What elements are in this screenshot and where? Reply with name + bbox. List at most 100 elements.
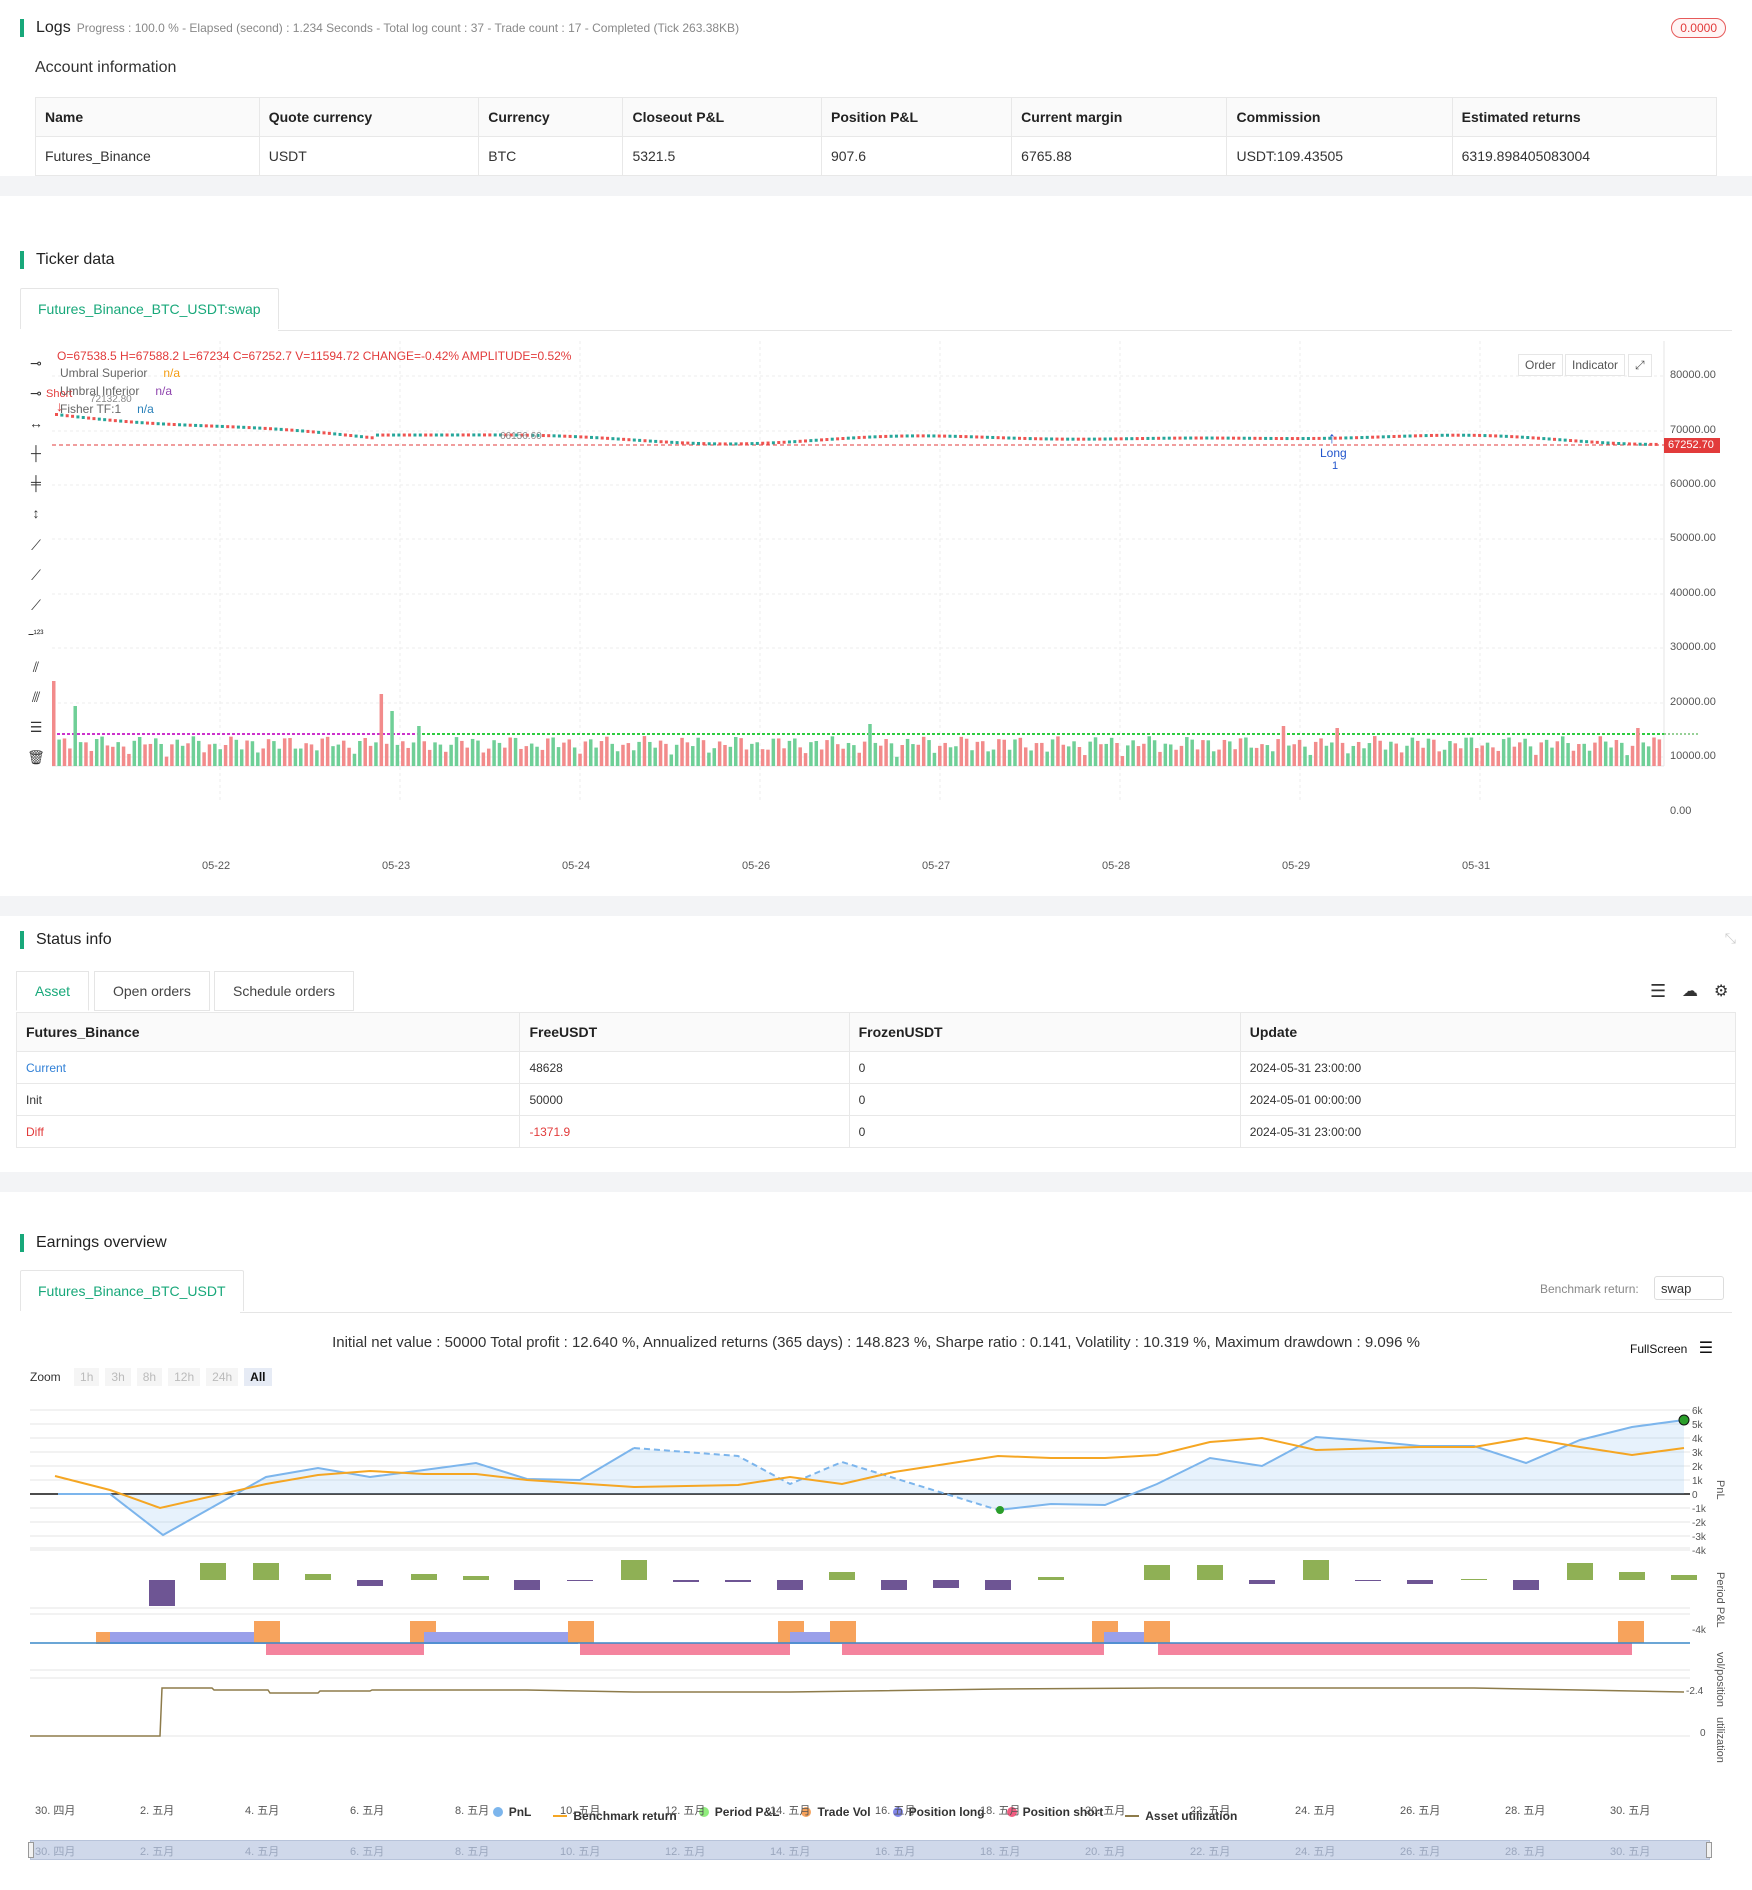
candle (263, 426, 267, 430)
candle (1290, 437, 1294, 441)
volume-bar (857, 752, 861, 766)
volume-bar (395, 744, 400, 766)
tab-schedule-orders[interactable]: Schedule orders (214, 971, 354, 1011)
order-button[interactable]: Order (1518, 354, 1563, 376)
candle (1355, 436, 1359, 440)
volume-bar (470, 738, 475, 766)
menu-icon[interactable]: ☰ (1650, 981, 1666, 1002)
benchmark-select[interactable]: swap (1654, 1276, 1724, 1300)
candle (386, 433, 390, 437)
pnl-axis-label: -4k (1692, 1546, 1706, 1557)
pnl-axis-label: 3k (1692, 1448, 1703, 1459)
navigator-handle-right[interactable] (1706, 1842, 1712, 1858)
candle (547, 434, 551, 438)
volume-bar (170, 744, 174, 766)
candle (996, 436, 1000, 440)
volume-bar (1335, 728, 1339, 766)
candle (718, 442, 722, 446)
volume-bar (358, 740, 362, 766)
candle (1312, 436, 1316, 440)
candle (648, 439, 652, 443)
zoom-button-24h[interactable]: 24h (206, 1368, 239, 1386)
navigator-time-label: 6. 五月 (350, 1846, 385, 1858)
position-bar (842, 1643, 1104, 1655)
candle (638, 438, 642, 442)
candle (857, 436, 861, 440)
candle (1424, 434, 1428, 438)
volume-bar (1002, 739, 1006, 766)
candle (921, 434, 925, 438)
candle (1210, 436, 1214, 440)
volume-bar (1136, 746, 1141, 766)
account-cell: BTC (478, 136, 624, 176)
volume-bar (417, 726, 421, 766)
earnings-tab-underline (240, 1312, 1732, 1313)
candle (1376, 435, 1380, 439)
volume-bar (685, 742, 690, 766)
table-row: Init 50000 0 2024-05-01 00:00:00 (15, 1083, 1737, 1116)
candle (1451, 433, 1455, 437)
candle (97, 417, 101, 421)
candle (1339, 436, 1342, 440)
candle (761, 441, 765, 445)
volume-bar (1534, 754, 1538, 766)
volume-bar (78, 742, 83, 766)
candle (697, 441, 700, 445)
candle (1274, 436, 1278, 440)
collapse-icon[interactable]: ⤡ (1725, 930, 1736, 947)
earnings-chart[interactable] (0, 1400, 1752, 1810)
volume-bar (401, 741, 405, 766)
earnings-tab[interactable]: Futures_Binance_BTC_USDT (20, 1270, 244, 1311)
fullscreen-button[interactable]: FullScreen ☰ (1630, 1338, 1713, 1358)
pnl-axis-label: 1k (1692, 1476, 1703, 1487)
candle (1167, 436, 1171, 440)
legend-item[interactable]: Period P&L (698, 1805, 779, 1819)
volume-bar (1464, 737, 1468, 766)
volume-bar (159, 743, 163, 766)
volume-bar (1378, 740, 1382, 766)
candle (1242, 436, 1246, 440)
low-price: 66156.60 (500, 431, 542, 442)
expand-icon[interactable]: ⤢ (1628, 354, 1652, 377)
zoom-button-3h[interactable]: 3h (105, 1368, 131, 1386)
zoom-button-8h[interactable]: 8h (136, 1368, 163, 1386)
candle (1141, 437, 1145, 441)
earnings-time-label: 10. 五月 (560, 1805, 601, 1817)
period-pnl-bar (200, 1563, 226, 1580)
volume-bar (1313, 741, 1318, 766)
candle (702, 442, 706, 446)
zoom-button-12h[interactable]: 12h (168, 1368, 201, 1386)
candlestick-chart[interactable]: Short ↓ 72132.80 66156.60 ↑ Long 1 (0, 341, 1752, 861)
candle (1023, 436, 1027, 440)
navigator-bar[interactable] (30, 1840, 1710, 1860)
legend-item[interactable]: Trade Vol (801, 1805, 871, 1819)
earnings-summary: Initial net value : 50000 Total profit :… (332, 1334, 1420, 1351)
volume-bar (1109, 737, 1114, 766)
volume-bar (1265, 745, 1270, 766)
indicator-button[interactable]: Indicator (1565, 354, 1626, 376)
volume-bar (57, 739, 61, 766)
tab-asset[interactable]: Asset (16, 971, 90, 1011)
volume-bar (1260, 744, 1264, 766)
volume-bar (916, 744, 921, 766)
navigator-handle-left[interactable] (28, 1842, 34, 1858)
ticker-tab[interactable]: Futures_Binance_BTC_USDT:swap (20, 288, 279, 329)
cloud-download-icon[interactable]: ☁ (1682, 981, 1698, 1001)
volume-bar (1405, 745, 1409, 766)
long-label: Long (1320, 446, 1347, 460)
volume-bar (648, 741, 652, 766)
volume-bar (1206, 740, 1211, 766)
volume-bar (1356, 741, 1361, 766)
candle (236, 425, 240, 429)
legend-item[interactable]: PnL (492, 1805, 531, 1819)
volume-bar (84, 742, 88, 766)
candle (1344, 436, 1348, 440)
gear-icon[interactable]: ⚙ (1714, 981, 1728, 1001)
zoom-button-All[interactable]: All (244, 1368, 272, 1386)
zoom-button-1h[interactable]: 1h (74, 1368, 100, 1386)
position-bar (110, 1632, 266, 1644)
candle (969, 435, 973, 439)
volume-bar (352, 753, 357, 766)
tab-open-orders[interactable]: Open orders (94, 971, 210, 1011)
volume-bar (809, 742, 813, 766)
